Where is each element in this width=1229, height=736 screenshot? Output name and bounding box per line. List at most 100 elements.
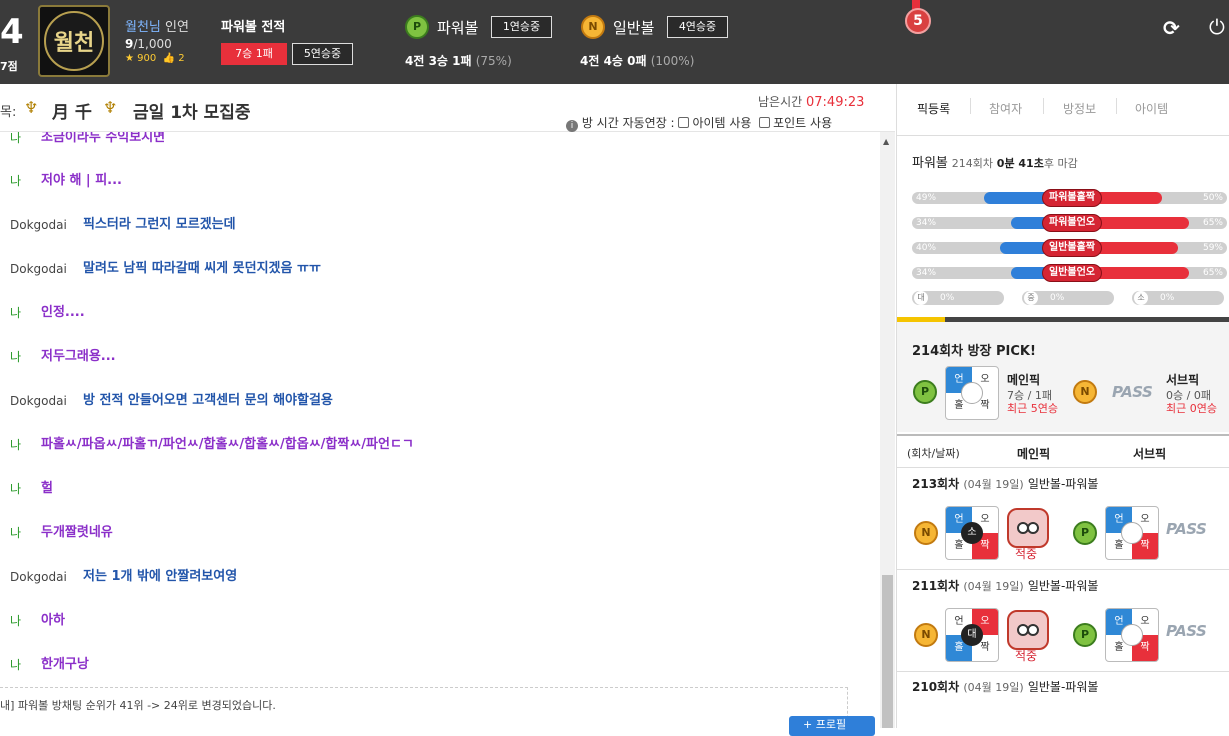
scroll-thumb[interactable] xyxy=(882,575,893,728)
history-date: (04월 19일) xyxy=(963,681,1024,694)
chat-message: 나헐 xyxy=(0,479,870,499)
history-col-main: 메인픽 xyxy=(1017,447,1051,461)
chat-nick[interactable]: Dokgodai xyxy=(10,567,67,587)
medal-icon: 5 xyxy=(905,8,931,34)
point-use-label: 포인트 사용 xyxy=(773,116,833,130)
chat-nick[interactable]: 나 xyxy=(10,479,21,499)
chat-nick[interactable]: 나 xyxy=(10,303,21,323)
history-p-icon: P xyxy=(1073,623,1097,647)
size-bar-small: 소 0% xyxy=(1132,291,1224,305)
sub-pick-streak: 최근 0연승 xyxy=(1166,402,1217,415)
sub-pick-pass: PASS xyxy=(1112,383,1153,401)
user-name[interactable]: 월천님 xyxy=(125,20,161,35)
room-title: 月 千 xyxy=(52,103,92,123)
chat-message: Dokgodai 방 전적 안들어오면 고객센터 문의 해야할걸용 xyxy=(0,391,870,411)
chat-nick[interactable]: 나 xyxy=(10,611,21,631)
profile-button-label: 프로필 xyxy=(815,718,847,731)
chat-text: 방 전적 안들어오면 고객센터 문의 해야할걸용 xyxy=(83,393,333,408)
mascot-icon xyxy=(1007,610,1049,650)
chat-nick[interactable]: Dokgodai xyxy=(10,391,67,411)
stat-bar-right-pct: 59% xyxy=(1202,243,1223,253)
chat-message: Dokgodai 저는 1개 밖에 안짤려보여영 xyxy=(0,567,870,587)
stat-bar-left-pct: 34% xyxy=(916,218,937,228)
record-title: 파워볼 전적 xyxy=(221,20,286,35)
rank-sub: 7점 xyxy=(0,60,18,73)
history-col-sub: 서브픽 xyxy=(1133,447,1167,461)
normalball-n-icon: N xyxy=(581,15,605,39)
chat-nick[interactable]: Dokgodai xyxy=(10,215,67,235)
power-icon[interactable]: ⏻ xyxy=(1209,15,1225,39)
user-extra: 인연 xyxy=(165,20,189,35)
scroll-up-icon[interactable]: ▲ xyxy=(883,137,889,146)
powerball-stats: 4전 3승 1패 xyxy=(405,54,472,68)
star-icon: ★ xyxy=(125,53,134,64)
main-pick-streak: 최근 5연승 xyxy=(1007,402,1058,415)
stat-bar-label: 파워볼홀짝 xyxy=(1042,189,1102,207)
time-sec: 41초 xyxy=(1018,157,1044,170)
medium-icon: 중 xyxy=(1024,291,1038,305)
room-bar: 목: ♆ 月 千 ♆ 금일 1차 모집중 남은시간 07:49:23 i 방 시… xyxy=(0,84,895,132)
history-result: 적중 xyxy=(1015,547,1038,561)
stat-bar-row: 40% 59% 일반볼홀짝 xyxy=(912,239,1227,257)
chat-nick[interactable]: 나 xyxy=(10,655,21,675)
time-min: 0분 xyxy=(996,157,1015,170)
history-n-icon: N xyxy=(914,521,938,545)
refresh-icon[interactable]: ⟳ xyxy=(1163,16,1180,40)
history-round: 210회차 xyxy=(912,680,960,694)
record-wl-badge: 7승 1패 xyxy=(221,43,287,65)
chat-nick[interactable]: 나 xyxy=(10,347,21,367)
stat-bar-right-pct: 65% xyxy=(1202,218,1223,228)
chat-text: 저두그래용... xyxy=(41,349,116,364)
history-sub-grid: 언오홀짝 xyxy=(1105,506,1159,560)
chat-nick[interactable]: 나 xyxy=(10,171,21,191)
stat-bar-left-pct: 40% xyxy=(916,243,937,253)
chat-nick[interactable]: Dokgodai xyxy=(10,259,67,279)
info-icon[interactable]: i xyxy=(566,120,578,132)
round-info: 214회차 xyxy=(951,157,993,170)
history-pass: PASS xyxy=(1166,520,1207,538)
powerball-label: 파워볼 xyxy=(437,19,479,37)
powerball-streak-badge: 1연승중 xyxy=(491,16,552,38)
tab-participants[interactable]: 참여자 xyxy=(989,100,1022,117)
tab-items[interactable]: 아이템 xyxy=(1135,100,1168,117)
powerball-pct: (75%) xyxy=(475,54,512,68)
chat-message: 나 저두그래용... xyxy=(0,347,870,367)
history-main-grid: 언오홀짝대 xyxy=(945,608,999,662)
history-n-icon: N xyxy=(914,623,938,647)
size-bar-medium-pct: 0% xyxy=(1050,293,1065,303)
chat-area[interactable]: 나 조금이라두 수익보시면 나 저야 해 | 피... Dokgodai 픽스터라 그런지… xyxy=(0,132,880,687)
room-logo[interactable]: 월천 xyxy=(38,5,110,77)
user-level-max: /1,000 xyxy=(133,37,172,51)
main-pick-label: 메인픽 xyxy=(1007,373,1041,387)
main-pick-grid: 언오 홀짝 xyxy=(945,366,999,420)
tab-pick-register[interactable]: 픽등록 xyxy=(917,100,950,117)
powerball-p-icon: P xyxy=(405,15,429,39)
logo-text: 월천 xyxy=(53,31,95,56)
round-label: 파워볼 xyxy=(912,156,948,171)
size-bar-large: 대 0% xyxy=(912,291,1004,305)
history-round-head: 210회차 (04월 19일) 일반볼-파워볼 xyxy=(912,678,1098,695)
auto-extend-label: 방 시간 자동연장 : xyxy=(581,116,675,130)
chat-text: 한개구낭 xyxy=(41,657,89,672)
chat-nick[interactable]: 나 xyxy=(10,435,21,455)
chat-text: 파홀ㅆ/파옵ㅆ/파홀ㄲ/파언ㅆ/합홀ㅆ/합홀ㅆ/합옵ㅆ/합짝ㅆ/파언ㄷㄱ xyxy=(41,437,414,452)
tab-room-info[interactable]: 방정보 xyxy=(1063,100,1096,117)
normalball-pct: (100%) xyxy=(650,54,695,68)
chat-message: 나 두개짤렷네유 xyxy=(0,523,870,543)
chat-nick[interactable]: 나 xyxy=(10,523,21,543)
crown-icon-2: ♆ xyxy=(103,98,118,117)
history-col-round: (회차/날짜) xyxy=(907,447,960,460)
right-panel: 픽등록 참여자 방정보 아이템 파워볼 214회차 0분 41초후 마감 49%… xyxy=(896,84,1229,728)
chat-scrollbar[interactable]: ▲ xyxy=(880,132,895,728)
point-use-checkbox[interactable] xyxy=(759,117,771,128)
profile-button[interactable]: + 프로필 xyxy=(789,716,875,736)
chat-text: 조금이라두 수익보시면 xyxy=(41,132,166,145)
history-round: 211회차 xyxy=(912,579,960,593)
chat-message: 나 조금이라두 수익보시면 xyxy=(0,132,870,148)
history-type: 일반볼-파워볼 xyxy=(1027,477,1099,491)
item-use-checkbox[interactable] xyxy=(678,117,690,128)
size-bar-small-pct: 0% xyxy=(1160,293,1175,303)
star-count: 900 xyxy=(137,53,157,64)
chat-message: Dokgodai 픽스터라 그런지 모르겠는데 xyxy=(0,215,870,235)
chat-nick[interactable]: 나 xyxy=(10,132,21,148)
